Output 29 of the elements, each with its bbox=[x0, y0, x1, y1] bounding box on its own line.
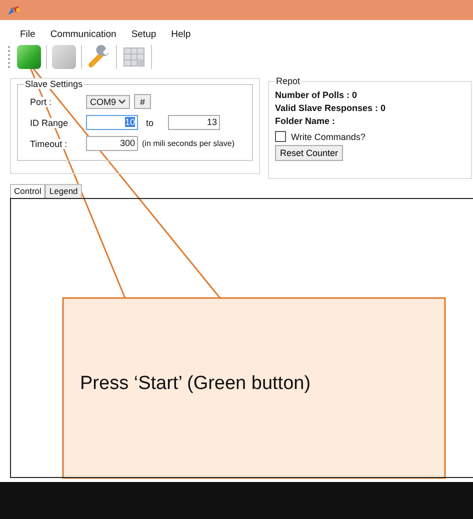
timeout-hint: (in mili seconds per slave) bbox=[142, 139, 234, 148]
group-title: Slave Settings bbox=[24, 79, 84, 89]
tab[interactable]: Legend bbox=[45, 184, 82, 198]
port-label: Port : bbox=[30, 96, 52, 106]
menu-item[interactable]: Help bbox=[171, 29, 191, 42]
start-button[interactable] bbox=[15, 43, 43, 71]
id-from-field[interactable]: 10 bbox=[86, 115, 138, 130]
callout-text: Press ‘Start’ (Green button) bbox=[80, 373, 311, 395]
menu-item[interactable]: File bbox=[20, 29, 36, 42]
toolbar-grip bbox=[8, 46, 12, 68]
tab[interactable]: Control bbox=[10, 184, 46, 198]
chevron-icon bbox=[118, 98, 126, 104]
report-line: Folder Name : bbox=[275, 116, 336, 126]
menu-item[interactable]: Setup bbox=[131, 29, 156, 42]
checkbox-label: Write Commands? bbox=[291, 132, 366, 142]
timeout-label: Timeout : bbox=[30, 138, 68, 148]
reset-button[interactable]: Reset Counter bbox=[275, 145, 344, 161]
report-line: Number of Polls : 0 bbox=[275, 90, 358, 100]
port-dropdown[interactable]: COM9 bbox=[86, 94, 130, 108]
menu-item[interactable]: Communication bbox=[50, 29, 116, 42]
report-line: Valid Slave Responses : 0 bbox=[275, 103, 387, 113]
port-button[interactable]: # bbox=[134, 94, 151, 109]
group-title: Repot bbox=[275, 76, 302, 86]
id-to-field[interactable]: 13 bbox=[168, 115, 220, 130]
id-range-label: ID Range bbox=[30, 118, 68, 128]
to-label: to bbox=[146, 118, 154, 128]
app-icon bbox=[7, 4, 21, 16]
checkbox[interactable] bbox=[275, 131, 286, 142]
timeout-field[interactable]: 300 bbox=[86, 136, 138, 151]
